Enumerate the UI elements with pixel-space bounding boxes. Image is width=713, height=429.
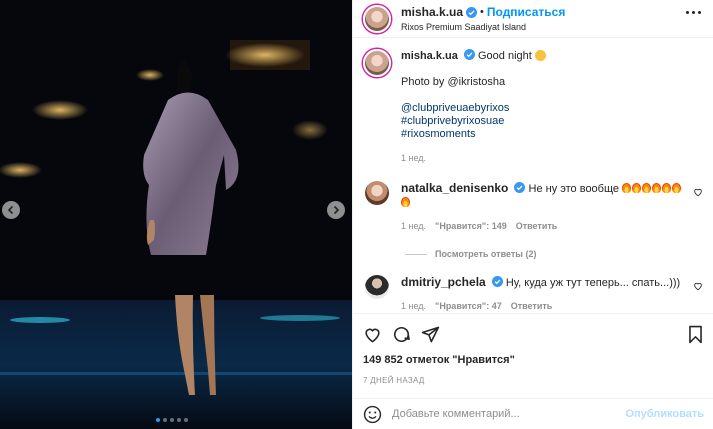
avatar[interactable]: [365, 275, 389, 299]
carousel-dots: [156, 418, 188, 422]
caption-username[interactable]: misha.k.ua: [401, 50, 458, 62]
emoji-icon[interactable]: [363, 405, 382, 424]
fire-emoji-icon: [622, 183, 632, 193]
chevron-left-icon: [7, 205, 14, 215]
comment-icon[interactable]: [392, 325, 411, 344]
comment-text: Ну, куда уж тут теперь... спать...))): [505, 277, 681, 289]
carousel-dot: [163, 418, 167, 422]
reply-button[interactable]: Ответить: [516, 219, 558, 233]
instagram-post: misha.k.ua • Подписаться Rixos Premium S…: [0, 0, 713, 429]
caption-tag[interactable]: #rixosmoments: [401, 128, 701, 141]
comment-input[interactable]: [392, 408, 622, 420]
comment-text: Не ну это вообще: [528, 183, 620, 195]
avatar[interactable]: [363, 4, 391, 33]
replies-divider: [405, 253, 427, 255]
post-sidebar: misha.k.ua • Подписаться Rixos Premium S…: [352, 0, 713, 429]
carousel-prev-button[interactable]: [2, 201, 20, 219]
post-actions: [353, 313, 713, 357]
caption-time[interactable]: 1 нед.: [401, 152, 701, 165]
author-username[interactable]: misha.k.ua: [401, 5, 463, 19]
verified-icon: [466, 6, 478, 18]
comment-username[interactable]: dmitriy_pchela: [401, 275, 486, 289]
carousel-dot: [156, 418, 160, 422]
likes-count[interactable]: 149 852 отметок "Нравится": [363, 354, 515, 366]
verified-icon: [514, 182, 526, 193]
carousel-dot: [177, 418, 181, 422]
heart-icon[interactable]: [693, 281, 703, 291]
add-comment-bar: Опубликовать: [353, 398, 713, 429]
comment-likes[interactable]: "Нравится": 149: [435, 219, 507, 233]
fire-emoji-icon: [662, 183, 672, 193]
carousel-next-button[interactable]: [327, 201, 345, 219]
carousel-dot: [184, 418, 188, 422]
more-icon[interactable]: [686, 11, 701, 14]
comment-time[interactable]: 1 нед.: [401, 299, 426, 312]
header-separator: •: [480, 6, 484, 18]
post-time[interactable]: 7 ДНЕЙ НАЗАД: [363, 376, 425, 385]
fire-emoji-icon: [632, 183, 642, 193]
view-replies-label: Посмотреть ответы (2): [435, 249, 537, 259]
post-photo[interactable]: [0, 0, 352, 429]
fire-emoji-icon: [642, 183, 652, 193]
heart-icon[interactable]: [363, 325, 382, 344]
chevron-right-icon: [333, 205, 340, 215]
comment-username[interactable]: natalka_denisenko: [401, 181, 508, 195]
heart-icon[interactable]: [693, 187, 703, 197]
caption-photo-credit: Photo by @ikristosha: [401, 76, 506, 88]
publish-button[interactable]: Опубликовать: [625, 408, 704, 420]
view-replies-button[interactable]: Посмотреть ответы (2): [405, 249, 703, 259]
share-icon[interactable]: [421, 325, 440, 344]
post-header: misha.k.ua • Подписаться Rixos Premium S…: [353, 0, 713, 38]
caption: misha.k.ua Good night Photo by @ikristos…: [363, 49, 703, 165]
fire-emoji-icon: [672, 183, 682, 193]
comment-item: dmitriy_pchela Ну, куда уж тут теперь...…: [363, 275, 703, 312]
sleepy-face-emoji-icon: [534, 50, 546, 61]
verified-icon: [491, 276, 503, 287]
carousel-dot: [170, 418, 174, 422]
caption-tag[interactable]: @clubpriveuaebyrixos: [401, 102, 701, 115]
location-link[interactable]: Rixos Premium Saadiyat Island: [401, 22, 565, 32]
photo-night-scene: [0, 0, 352, 429]
verified-icon: [463, 49, 475, 60]
bookmark-icon[interactable]: [686, 325, 705, 344]
caption-avatar[interactable]: [363, 49, 391, 77]
fire-emoji-icon: [652, 183, 662, 193]
comment-time[interactable]: 1 нед.: [401, 219, 426, 233]
fire-emoji-icon: [401, 197, 410, 207]
caption-tag[interactable]: #clubprivebyrixosuae: [401, 115, 701, 128]
comment-likes[interactable]: "Нравится": 47: [435, 299, 502, 312]
comment-item: natalka_denisenko Не ну это вообще 1 нед…: [363, 181, 703, 233]
caption-text: Good night: [477, 50, 532, 62]
comments-list: misha.k.ua Good night Photo by @ikristos…: [353, 39, 713, 312]
avatar[interactable]: [365, 181, 389, 205]
reply-button[interactable]: Ответить: [511, 299, 553, 312]
follow-button[interactable]: Подписаться: [487, 5, 565, 19]
